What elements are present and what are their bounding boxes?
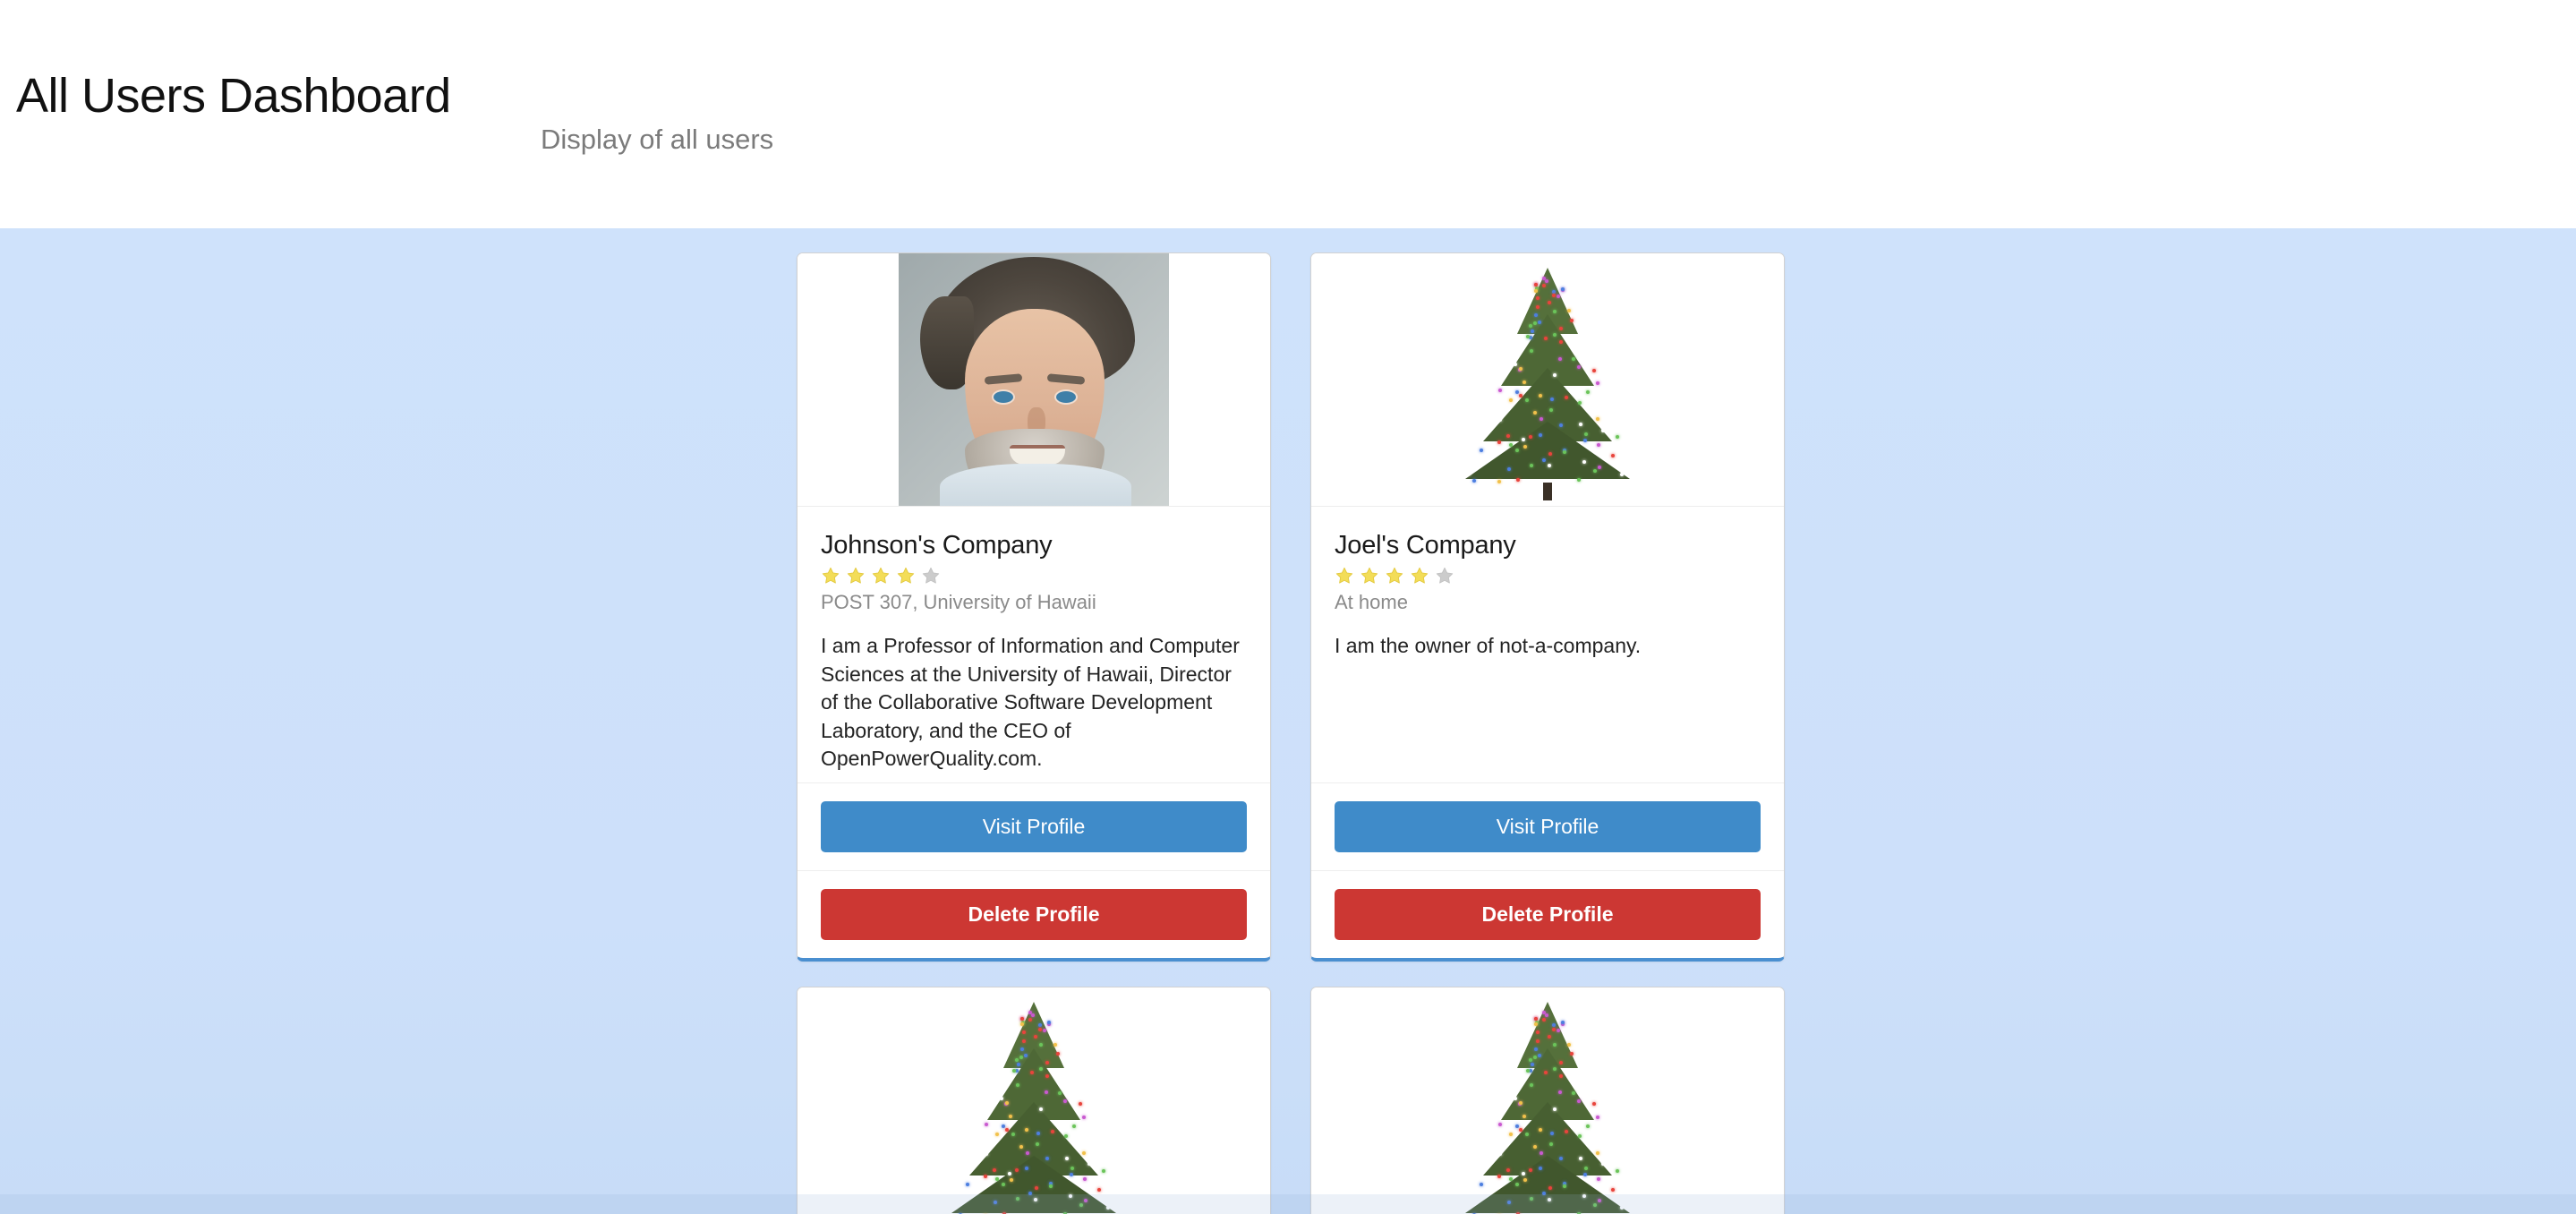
- card-footer-delete: Delete Profile: [798, 869, 1270, 958]
- card-image: [798, 987, 1270, 1214]
- card-image: [798, 253, 1270, 507]
- christmas-tree-image: [1436, 998, 1659, 1214]
- user-card[interactable]: Johnson's Company POST 307, University of…: [797, 252, 1271, 962]
- card-rating: [1335, 566, 1761, 586]
- card-image: [1311, 987, 1784, 1214]
- card-footer-delete: Delete Profile: [1311, 869, 1784, 958]
- user-cards-region: Johnson's Company POST 307, University of…: [0, 228, 2576, 1214]
- delete-profile-button[interactable]: Delete Profile: [1335, 888, 1761, 940]
- user-card-grid: Johnson's Company POST 307, University of…: [797, 252, 1785, 1214]
- horizontal-scrollbar[interactable]: [0, 1194, 2576, 1214]
- card-meta: At home: [1335, 590, 1408, 613]
- card-rating: [821, 566, 1247, 586]
- delete-profile-button[interactable]: Delete Profile: [821, 888, 1247, 940]
- card-body: Johnson's Company POST 307, University of…: [798, 507, 1270, 782]
- star-empty-icon: [922, 567, 940, 584]
- user-portrait-image: [899, 253, 1169, 506]
- page-header: All Users Dashboard Display of all users: [0, 0, 2576, 228]
- card-footer-visit: Visit Profile: [1311, 782, 1784, 870]
- card-image: [1311, 253, 1784, 507]
- star-filled-icon: [897, 567, 915, 584]
- card-title: Johnson's Company: [821, 531, 1053, 560]
- star-empty-icon: [1436, 567, 1454, 584]
- user-card[interactable]: [1310, 986, 1785, 1214]
- user-card[interactable]: [797, 986, 1271, 1214]
- star-filled-icon: [847, 567, 865, 584]
- card-description: I am the owner of not-a-company.: [1335, 634, 1642, 658]
- user-card[interactable]: Joel's Company At home I am the owner of n…: [1310, 252, 1785, 962]
- star-filled-icon: [1411, 567, 1429, 584]
- star-filled-icon: [1361, 567, 1378, 584]
- card-body: Joel's Company At home I am the owner of n…: [1311, 507, 1784, 782]
- page-subtitle: Display of all users: [541, 124, 774, 155]
- visit-profile-button[interactable]: Visit Profile: [1335, 800, 1761, 852]
- card-footer-visit: Visit Profile: [798, 782, 1270, 870]
- card-title: Joel's Company: [1335, 531, 1516, 560]
- star-filled-icon: [822, 567, 840, 584]
- page-title: All Users Dashboard: [16, 69, 451, 123]
- star-filled-icon: [1335, 567, 1353, 584]
- star-filled-icon: [872, 567, 890, 584]
- card-description: I am a Professor of Information and Comp…: [821, 634, 1240, 771]
- card-meta: POST 307, University of Hawaii: [821, 590, 1096, 613]
- christmas-tree-image: [1436, 264, 1659, 500]
- christmas-tree-image: [922, 998, 1146, 1214]
- visit-profile-button[interactable]: Visit Profile: [821, 800, 1247, 852]
- star-filled-icon: [1386, 567, 1403, 584]
